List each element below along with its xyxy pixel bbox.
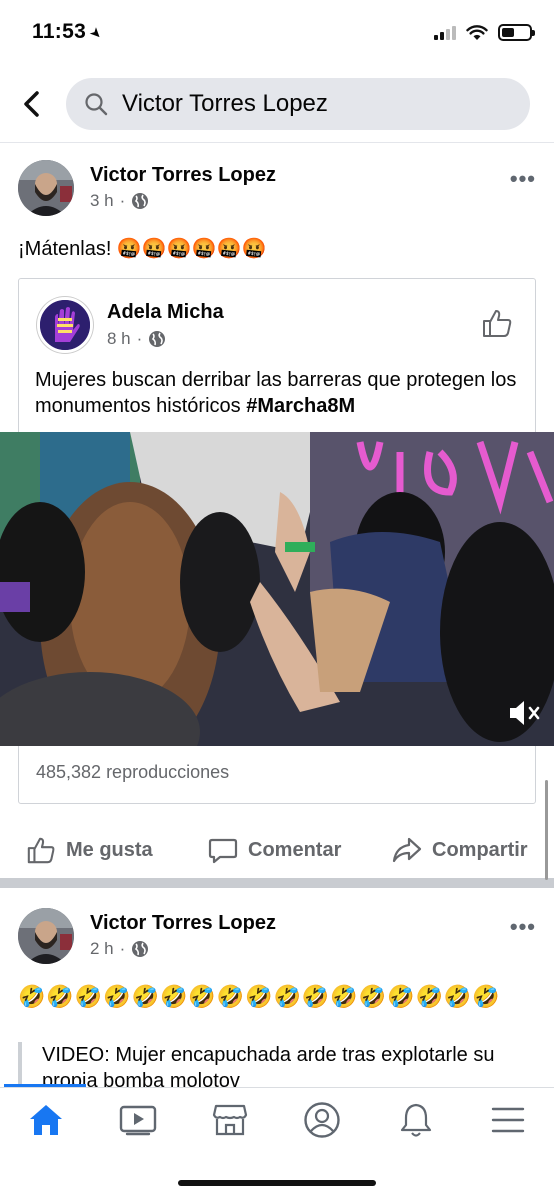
post-text: 🤣🤣🤣🤣🤣🤣🤣🤣🤣🤣🤣🤣🤣🤣🤣🤣🤣 (18, 984, 501, 1009)
share-label: Compartir (432, 838, 528, 861)
shared-avatar[interactable] (37, 297, 93, 353)
meta-separator: · (119, 939, 126, 958)
hashtag-link[interactable]: #Marcha8M (246, 395, 355, 417)
post-separator (0, 878, 554, 888)
more-options-button[interactable]: ••• (510, 166, 536, 192)
like-page-button[interactable] (481, 307, 513, 344)
post-author[interactable]: Victor Torres Lopez (90, 164, 276, 187)
post-time[interactable]: 3 h (90, 191, 114, 211)
view-count: 485,382 reproducciones (36, 762, 230, 782)
globe-icon (149, 331, 166, 347)
like-button[interactable]: Me gusta (26, 835, 153, 865)
tab-watch[interactable] (108, 1098, 168, 1142)
comment-button[interactable]: Comentar (208, 835, 341, 865)
globe-icon (132, 941, 149, 957)
meta-separator: · (136, 329, 143, 348)
link-title: VIDEO: Mujer encapuchada arde tras explo… (42, 1044, 495, 1088)
marketplace-icon (212, 1104, 248, 1136)
link-preview[interactable]: VIDEO: Mujer encapuchada arde tras explo… (18, 1042, 548, 1088)
share-icon (392, 837, 422, 863)
watch-icon (119, 1105, 157, 1136)
scrollbar[interactable] (545, 780, 548, 880)
notifications-icon (400, 1103, 432, 1137)
shared-time[interactable]: 8 h (107, 329, 131, 349)
tab-menu[interactable] (478, 1098, 538, 1142)
more-options-button[interactable]: ••• (510, 914, 536, 940)
globe-icon (132, 193, 149, 209)
video-frame (0, 432, 554, 746)
post-meta: 2 h · (90, 939, 149, 959)
shared-text: Mujeres buscan derribar las barreras que… (35, 367, 525, 419)
comment-label: Comentar (248, 838, 342, 861)
tab-notifications[interactable] (386, 1098, 446, 1142)
post-text: ¡Mátenlas! 🤬🤬🤬🤬🤬🤬 (18, 238, 267, 260)
post-actions: Me gusta Comentar Compartir (0, 826, 554, 874)
shared-author[interactable]: Adela Micha (107, 301, 224, 324)
home-indicator (178, 1180, 376, 1186)
avatar[interactable] (18, 160, 74, 216)
post-time[interactable]: 2 h (90, 939, 114, 959)
tab-marketplace[interactable] (200, 1098, 260, 1142)
like-label: Me gusta (66, 838, 153, 861)
speaker-muted-icon (510, 701, 540, 725)
menu-icon (491, 1107, 525, 1133)
post-author[interactable]: Victor Torres Lopez (90, 912, 276, 935)
share-button[interactable]: Compartir (392, 835, 528, 865)
avatar[interactable] (18, 908, 74, 964)
home-icon (30, 1105, 62, 1135)
thumbs-up-icon (27, 837, 55, 864)
profile-icon (304, 1102, 340, 1138)
post: Victor Torres Lopez 3 h · ••• ¡Mátenlas! … (0, 0, 554, 880)
post-meta: 3 h · (90, 191, 149, 211)
tab-profile[interactable] (292, 1098, 352, 1142)
shared-meta: 8 h · (107, 329, 166, 349)
thumbs-up-icon (483, 310, 512, 337)
comment-icon (208, 838, 238, 864)
mute-toggle[interactable] (508, 698, 542, 733)
video-player[interactable] (0, 432, 554, 746)
meta-separator: · (119, 191, 126, 210)
tab-home[interactable] (16, 1098, 76, 1142)
